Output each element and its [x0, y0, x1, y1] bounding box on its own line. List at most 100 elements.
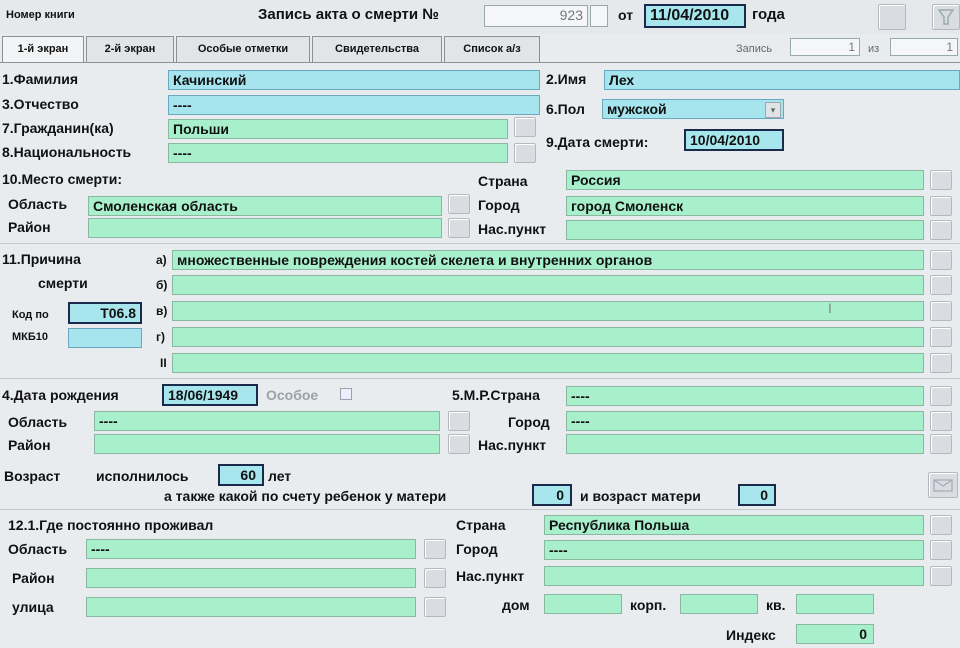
death-city-field[interactable]: город Смоленск — [566, 196, 924, 216]
mkb-code-field[interactable]: T06.8 — [68, 302, 142, 324]
birth-region-field[interactable]: ---- — [94, 411, 440, 431]
filter-icon[interactable] — [932, 4, 960, 30]
residence-region-field[interactable]: ---- — [86, 539, 416, 559]
cause-row-a-field[interactable]: множественные повреждения костей скелета… — [172, 250, 924, 270]
of-label: из — [868, 43, 880, 55]
death-settlement-field[interactable] — [566, 220, 924, 240]
cause-row-ii-field[interactable] — [172, 353, 924, 373]
citizenship-lookup-button[interactable] — [514, 117, 536, 137]
residence-district-field[interactable] — [86, 568, 416, 588]
birth-district-lookup-button[interactable] — [448, 434, 470, 454]
special-checkbox[interactable] — [340, 388, 352, 400]
citizenship-label: 7.Гражданин(ка) — [2, 120, 114, 136]
residence-region-lookup-button[interactable] — [424, 539, 446, 559]
building-field[interactable] — [680, 594, 758, 614]
residence-district-lookup-button[interactable] — [424, 568, 446, 588]
mkb-code-field-2[interactable] — [68, 328, 142, 348]
residence-street-lookup-button[interactable] — [424, 597, 446, 617]
birth-country-lookup-button[interactable] — [930, 386, 952, 406]
tab-screen-1[interactable]: 1-й экран — [2, 36, 84, 62]
record-label: Запись — [736, 43, 773, 55]
mother-age-field[interactable]: 0 — [738, 484, 776, 506]
birth-district-field[interactable] — [94, 434, 440, 454]
record-index-field[interactable]: 1 — [790, 38, 860, 56]
birth-district-label: Район — [8, 437, 51, 453]
birth-region-lookup-button[interactable] — [448, 411, 470, 431]
citizenship-field[interactable]: Польши — [168, 119, 508, 139]
residence-country-field[interactable]: Республика Польша — [544, 515, 924, 535]
age-years-label: лет — [268, 468, 292, 484]
residence-settlement-lookup-button[interactable] — [930, 566, 952, 586]
residence-street-label: улица — [12, 599, 54, 615]
cause-row-g-lookup-button[interactable] — [930, 327, 952, 347]
tab-record-list[interactable]: Список а/з — [444, 36, 540, 62]
cause-row-b-lookup-button[interactable] — [930, 275, 952, 295]
text-cursor-icon: I — [828, 300, 832, 316]
death-settlement-lookup-button[interactable] — [930, 220, 952, 240]
residence-city-lookup-button[interactable] — [930, 540, 952, 560]
tab-special-notes[interactable]: Особые отметки — [176, 36, 310, 62]
birth-settlement-lookup-button[interactable] — [930, 434, 952, 454]
death-city-label: Город — [478, 197, 520, 213]
death-district-field[interactable] — [88, 218, 442, 238]
birth-date-label: 4.Дата рождения — [2, 387, 119, 403]
child-order-label: а также какой по счету ребенок у матери — [164, 488, 447, 504]
section-divider-2 — [0, 378, 960, 379]
death-date-field[interactable]: 10/04/2010 — [684, 129, 784, 151]
record-number-suffix-box[interactable] — [590, 5, 608, 27]
tab-certificates[interactable]: Свидетельства — [312, 36, 442, 62]
residence-street-field[interactable] — [86, 597, 416, 617]
patronymic-field[interactable]: ---- — [168, 95, 540, 115]
residence-city-field[interactable]: ---- — [544, 540, 924, 560]
birth-settlement-field[interactable] — [566, 434, 924, 454]
birth-city-lookup-button[interactable] — [930, 411, 952, 431]
birth-city-field[interactable]: ---- — [566, 411, 924, 431]
cause-row-g-field[interactable] — [172, 327, 924, 347]
envelope-icon — [933, 479, 953, 492]
residence-country-lookup-button[interactable] — [930, 515, 952, 535]
age-turned-label: исполнилось — [96, 468, 189, 484]
chevron-down-icon[interactable]: ▾ — [765, 102, 781, 118]
birth-country-label: 5.М.Р.Страна — [452, 387, 540, 403]
birth-date-field[interactable]: 18/06/1949 — [162, 384, 258, 406]
record-number-field[interactable]: 923 — [484, 5, 588, 27]
house-field[interactable] — [544, 594, 622, 614]
nationality-lookup-button[interactable] — [514, 143, 536, 163]
residence-settlement-field[interactable] — [544, 566, 924, 586]
cause-row-ii-lookup-button[interactable] — [930, 353, 952, 373]
building-label: корп. — [630, 597, 667, 613]
apt-field[interactable] — [796, 594, 874, 614]
cause-title-2: смерти — [38, 275, 88, 291]
cause-title-1: 11.Причина — [2, 251, 81, 267]
death-region-lookup-button[interactable] — [448, 194, 470, 214]
death-region-field[interactable]: Смоленская область — [88, 196, 442, 216]
cause-row-a-lookup-button[interactable] — [930, 250, 952, 270]
index-field[interactable]: 0 — [796, 624, 874, 644]
sex-dropdown[interactable]: мужской ▾ — [602, 99, 784, 119]
residence-title: 12.1.Где постоянно проживал — [8, 517, 214, 533]
name-field[interactable]: Лех — [604, 70, 960, 90]
nationality-field[interactable]: ---- — [168, 143, 508, 163]
section-divider-3 — [0, 509, 960, 510]
death-country-field[interactable]: Россия — [566, 170, 924, 190]
mail-icon[interactable] — [928, 472, 958, 498]
cause-row-b-letter: б) — [156, 278, 168, 292]
death-country-lookup-button[interactable] — [930, 170, 952, 190]
section-divider — [0, 243, 960, 244]
death-district-lookup-button[interactable] — [448, 218, 470, 238]
tab-screen-2[interactable]: 2-й экран — [86, 36, 174, 62]
cause-row-v-lookup-button[interactable] — [930, 301, 952, 321]
birth-country-field[interactable]: ---- — [566, 386, 924, 406]
mkb-code-label-1: Код по — [12, 309, 49, 321]
patronymic-label: 3.Отчество — [2, 96, 79, 112]
cause-row-b-field[interactable] — [172, 275, 924, 295]
index-label: Индекс — [726, 627, 776, 643]
record-date-field[interactable]: 11/04/2010 — [644, 4, 746, 28]
surname-field[interactable]: Качинский — [168, 70, 540, 90]
death-city-lookup-button[interactable] — [930, 196, 952, 216]
age-field[interactable]: 60 — [218, 464, 264, 486]
death-settlement-label: Нас.пункт — [478, 221, 547, 237]
cause-row-v-field[interactable] — [172, 301, 924, 321]
child-order-field[interactable]: 0 — [532, 484, 572, 506]
toolbar-button[interactable] — [878, 4, 906, 30]
